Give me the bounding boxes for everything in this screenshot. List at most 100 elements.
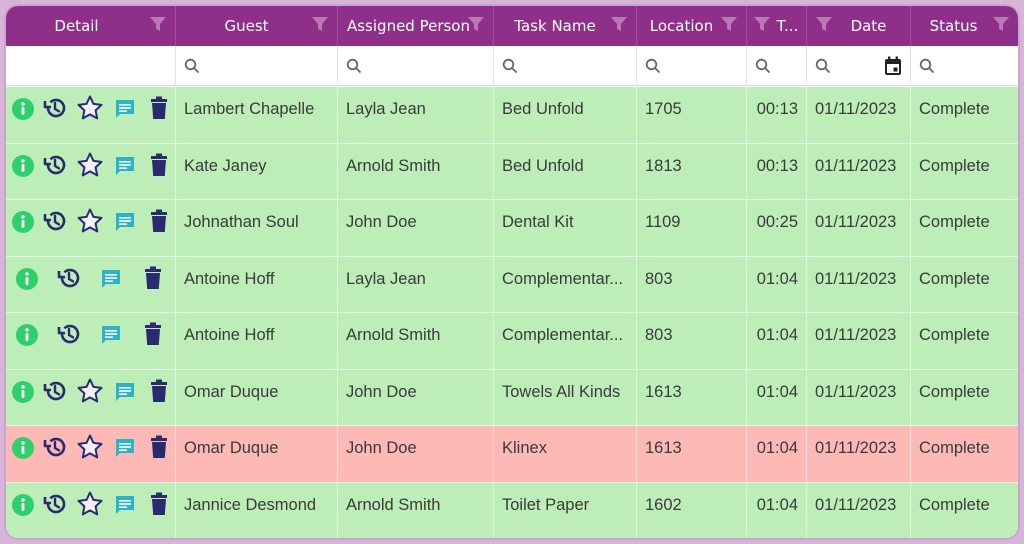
filter-cell-status[interactable] [911,46,1018,86]
filter-cell-detail [6,46,176,86]
trash-icon[interactable] [148,96,170,124]
chat-icon[interactable] [100,324,122,350]
star-icon[interactable] [76,151,104,183]
funnel-icon[interactable] [815,15,833,33]
info-icon[interactable] [12,211,34,237]
funnel-icon[interactable] [753,15,771,33]
column-header-label: Task Name [514,17,596,35]
filter-cell-location[interactable] [637,46,747,86]
guest-cell: Lambert Chapelle [176,87,338,143]
info-icon[interactable] [12,493,34,520]
column-header-status[interactable]: Status [911,6,1018,46]
chat-icon[interactable] [114,211,136,237]
column-header-location[interactable]: Location [637,6,747,46]
history-icon[interactable] [56,265,82,295]
task-name-cell: Bed Unfold [494,143,637,199]
calendar-icon[interactable] [884,56,902,76]
task-name-cell: Towels All Kinds [494,369,637,425]
info-icon[interactable] [12,98,34,124]
table-row[interactable]: Lambert Chapelle Layla Jean Bed Unfold 1705… [6,87,1018,144]
search-icon [919,58,935,74]
star-icon[interactable] [76,94,104,126]
column-header-task-name[interactable]: Task Name [494,6,637,46]
info-icon[interactable] [12,154,34,181]
funnel-icon[interactable] [149,15,167,33]
history-icon[interactable] [42,95,68,125]
grid-header: Detail Guest Assigned Person Task Name L… [6,6,1018,46]
guest-cell: Omar Duque [176,426,338,482]
trash-icon[interactable] [148,153,170,181]
info-icon[interactable] [12,380,34,407]
trash-icon[interactable] [148,435,170,463]
star-icon[interactable] [76,490,104,522]
task-name-cell: Complementar... [494,256,637,312]
table-row[interactable]: Jannice Desmond Arnold Smith Toilet Paper 1… [6,482,1018,538]
column-header-guest[interactable]: Guest [176,6,338,46]
guest-cell: Antoine Hoff [176,313,338,369]
filter-cell-guest[interactable] [176,46,338,86]
funnel-icon[interactable] [467,15,485,33]
date-cell: 01/11/2023 [807,143,911,199]
column-header-label: Location [649,17,714,35]
history-icon[interactable] [42,434,68,464]
assigned-person-cell: Layla Jean [338,87,494,143]
history-icon[interactable] [42,152,68,182]
info-icon[interactable] [12,437,34,463]
funnel-icon[interactable] [311,15,329,33]
trash-icon[interactable] [148,379,170,407]
star-icon[interactable] [76,433,104,465]
guest-cell: Antoine Hoff [176,256,338,312]
star-icon[interactable] [76,377,104,409]
status-cell: Complete [919,326,990,344]
history-icon[interactable] [42,208,68,238]
chat-icon[interactable] [114,155,136,181]
filter-cell-task-name[interactable] [494,46,637,86]
filter-row [6,46,1018,86]
grid-body: Lambert Chapelle Layla Jean Bed Unfold 1705… [6,87,1018,538]
table-row[interactable]: Johnathan Soul John Doe Dental Kit 1109 00:2… [6,200,1018,257]
column-header-assigned-person[interactable]: Assigned Person [338,6,494,46]
funnel-icon[interactable] [992,15,1010,33]
guest-cell: Omar Duque [176,369,338,425]
info-icon[interactable] [16,324,38,350]
table-row[interactable]: Antoine Hoff Layla Jean Complementar... 803… [6,256,1018,313]
star-icon[interactable] [76,207,104,239]
chat-icon[interactable] [114,494,136,520]
trash-icon[interactable] [148,209,170,237]
chat-icon[interactable] [114,437,136,463]
chat-icon[interactable] [114,98,136,124]
table-row[interactable]: Kate Janey Arnold Smith Bed Unfold 1813 00:1… [6,143,1018,200]
task-name-cell: Dental Kit [494,200,637,256]
column-header-date[interactable]: Date [807,6,911,46]
column-header-time[interactable]: T... [747,6,807,46]
column-header-detail[interactable]: Detail [6,6,176,46]
filter-cell-assigned-person[interactable] [338,46,494,86]
trash-icon[interactable] [148,492,170,520]
detail-cell [6,482,176,538]
history-icon[interactable] [42,378,68,408]
table-row[interactable]: Antoine Hoff Arnold Smith Complementar... 8… [6,313,1018,370]
filter-cell-time[interactable] [747,46,807,86]
history-icon[interactable] [56,321,82,351]
location-cell: 803 [637,313,747,369]
status-cell: Complete [919,439,990,457]
guest-cell: Jannice Desmond [176,482,338,538]
trash-icon[interactable] [142,322,164,350]
detail-cell [6,369,176,425]
status-cell: Complete [919,382,990,401]
funnel-icon[interactable] [720,15,738,33]
funnel-icon[interactable] [610,15,628,33]
chat-icon[interactable] [114,381,136,407]
search-icon [815,58,831,74]
assigned-person-cell: Arnold Smith [338,143,494,199]
filter-cell-date[interactable] [807,46,911,86]
table-row[interactable]: Omar Duque John Doe Klinex 1613 01:04 01/11/2… [6,426,1018,483]
info-icon[interactable] [16,267,38,294]
chat-icon[interactable] [100,268,122,294]
history-icon[interactable] [42,491,68,521]
assigned-person-cell: John Doe [338,200,494,256]
location-cell: 1109 [637,200,747,256]
date-cell: 01/11/2023 [807,426,911,482]
trash-icon[interactable] [142,266,164,294]
table-row[interactable]: Omar Duque John Doe Towels All Kinds 1613 01… [6,369,1018,426]
